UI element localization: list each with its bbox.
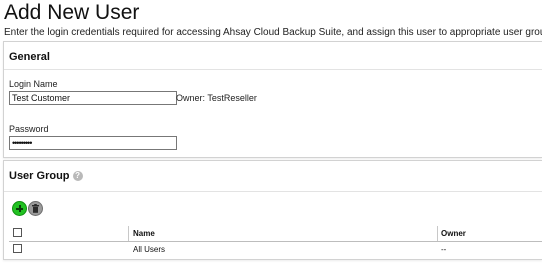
table-row[interactable]: All Users -- bbox=[9, 242, 542, 257]
trash-icon bbox=[32, 204, 39, 213]
column-divider bbox=[128, 226, 129, 241]
user-group-header: User Group? bbox=[9, 170, 83, 182]
login-name-label: Login Name bbox=[9, 79, 58, 89]
column-divider bbox=[437, 226, 438, 241]
user-group-title: User Group bbox=[9, 170, 70, 182]
help-icon[interactable]: ? bbox=[72, 171, 83, 181]
user-group-panel: User Group? Name Owner All Users -- bbox=[3, 160, 542, 260]
general-divider bbox=[4, 69, 542, 70]
add-group-button[interactable] bbox=[12, 201, 27, 216]
user-group-divider bbox=[4, 191, 542, 192]
password-label: Password bbox=[9, 124, 49, 134]
column-header-name[interactable]: Name bbox=[133, 229, 155, 238]
page-title: Add New User bbox=[4, 1, 140, 24]
row-name: All Users bbox=[133, 245, 166, 254]
general-panel: General Login Name Test Customer Owner: … bbox=[3, 41, 542, 158]
select-all-checkbox[interactable] bbox=[13, 228, 22, 237]
login-name-input[interactable]: Test Customer bbox=[9, 91, 177, 105]
password-input[interactable]: ••••••••• bbox=[9, 136, 177, 150]
general-title: General bbox=[9, 51, 50, 63]
row-owner: -- bbox=[441, 245, 447, 254]
table-header-row: Name Owner bbox=[9, 226, 542, 242]
delete-group-button[interactable] bbox=[28, 201, 43, 216]
page-intro: Enter the login credentials required for… bbox=[4, 27, 542, 38]
row-checkbox[interactable] bbox=[13, 244, 22, 253]
user-group-table: Name Owner All Users -- bbox=[9, 226, 542, 257]
owner-text: Owner: TestReseller bbox=[176, 93, 257, 103]
column-header-owner[interactable]: Owner bbox=[441, 229, 466, 238]
